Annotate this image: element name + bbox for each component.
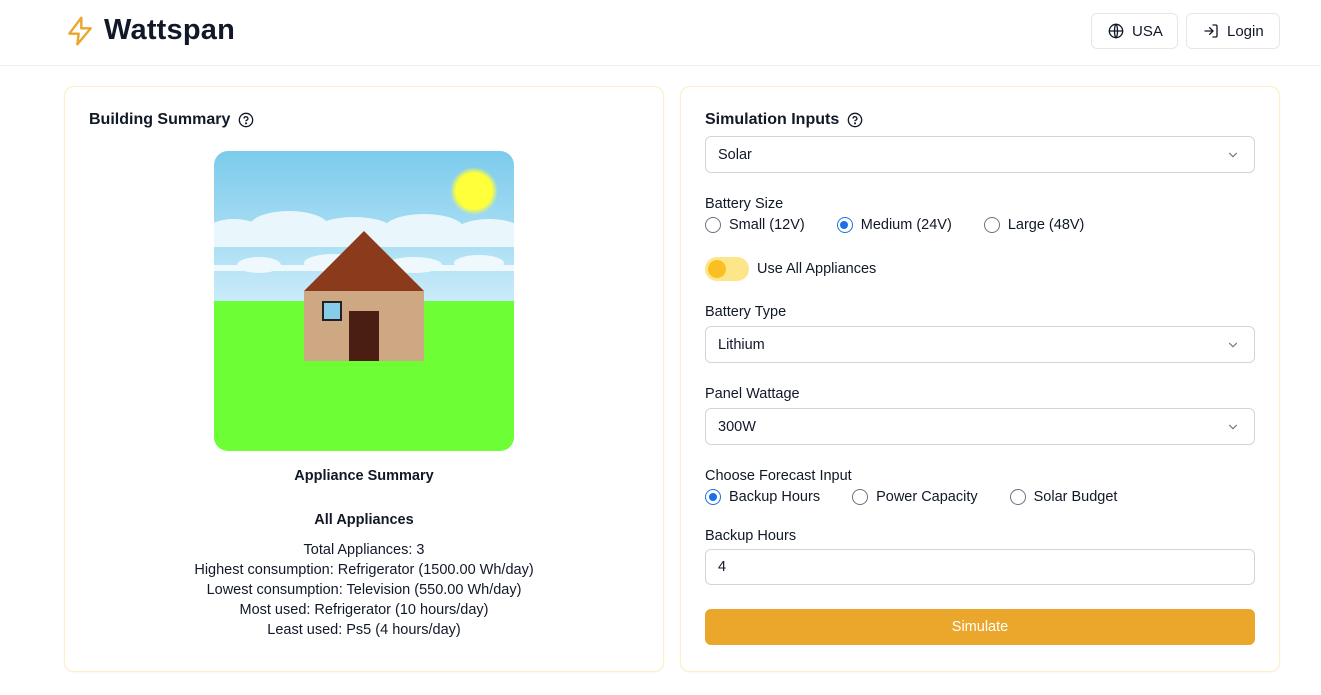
toggle-knob: [708, 260, 726, 278]
log-in-icon: [1204, 24, 1218, 38]
radio-large-label: Large (48V): [1007, 217, 1085, 233]
lowest-consumption: Lowest consumption: Television (550.00 W…: [206, 582, 522, 598]
radio-backup-hours-label: Backup Hours: [729, 489, 821, 505]
backup-hours-label: Backup Hours: [705, 528, 797, 544]
building-summary-title: Building Summary: [89, 111, 231, 128]
battery-size-option-medium[interactable]: Medium (24V): [836, 217, 952, 233]
radio-power-capacity-label: Power Capacity: [876, 489, 978, 505]
highest-consumption: Highest consumption: Refrigerator (1500.…: [194, 562, 534, 578]
radio-backup-hours[interactable]: [705, 489, 721, 505]
forecast-option-power-capacity[interactable]: Power Capacity: [852, 489, 978, 505]
battery-size-radio-group: Small (12V) Medium (24V) Large (48V): [705, 217, 1116, 233]
panel-wattage-value: 300W: [718, 418, 756, 435]
lightning-bolt-icon: [68, 15, 92, 46]
battery-size-option-large[interactable]: Large (48V): [983, 217, 1085, 233]
region-label: USA: [1132, 22, 1163, 40]
brand[interactable]: Wattspan: [64, 14, 235, 47]
radio-power-capacity[interactable]: [852, 489, 869, 505]
battery-size-label: Battery Size: [705, 196, 784, 212]
simulation-inputs-title: Simulation Inputs: [705, 111, 840, 128]
use-all-appliances-label: Use All Appliances: [757, 261, 877, 277]
battery-size-option-small[interactable]: Small (12V): [705, 217, 805, 233]
chevron-down-icon: [1228, 424, 1238, 430]
radio-large[interactable]: [983, 217, 1000, 233]
use-all-appliances-row: Use All Appliances: [705, 257, 876, 281]
forecast-input-radio-group: Backup Hours Power Capacity Solar Budget: [705, 489, 1149, 505]
appliance-summary-subtitle: All Appliances: [314, 512, 414, 528]
forecast-input-label: Choose Forecast Input: [705, 468, 852, 484]
login-button[interactable]: Login: [1186, 13, 1280, 49]
panel-wattage-label: Panel Wattage: [705, 386, 800, 402]
top-header: Wattspan USA Login: [0, 0, 1321, 66]
radio-small[interactable]: [705, 217, 721, 233]
building-summary-card: Building Summary Appliance Summary All A…: [64, 86, 664, 672]
least-used: Least used: Ps5 (4 hours/day): [267, 622, 461, 638]
radio-medium-label: Medium (24V): [860, 217, 952, 233]
radio-solar-budget[interactable]: [1009, 489, 1026, 505]
login-label: Login: [1227, 22, 1264, 40]
energy-source-value: Solar: [718, 146, 752, 163]
total-appliances: Total Appliances: 3: [303, 542, 425, 558]
house-window: [322, 301, 342, 321]
battery-type-value: Lithium: [718, 336, 765, 353]
forecast-option-backup-hours[interactable]: Backup Hours: [705, 489, 820, 505]
sun: [450, 167, 498, 215]
help-circle-icon[interactable]: [238, 112, 254, 128]
globe-icon: [1108, 23, 1124, 39]
simulate-button[interactable]: Simulate: [705, 609, 1255, 645]
simulation-inputs-card: Simulation Inputs Solar Battery Size Sma…: [680, 86, 1280, 672]
house-illustration: [214, 151, 514, 451]
app-name: Wattspan: [104, 14, 236, 46]
radio-medium[interactable]: [836, 217, 853, 233]
chevron-down-icon: [1228, 342, 1238, 348]
help-circle-icon[interactable]: [847, 112, 863, 128]
building-summary-heading: Building Summary: [89, 111, 254, 129]
forecast-option-solar-budget[interactable]: Solar Budget: [1009, 489, 1118, 505]
appliance-summary-title: Appliance Summary: [294, 468, 434, 484]
appliance-summary-lines: Total Appliances: 3 Highest consumption:…: [65, 540, 663, 640]
use-all-appliances-toggle[interactable]: [705, 257, 749, 281]
battery-type-label: Battery Type: [705, 304, 787, 320]
house-scene: [214, 151, 514, 451]
simulation-inputs-heading: Simulation Inputs: [705, 111, 863, 129]
battery-type-select[interactable]: Lithium: [705, 326, 1255, 363]
energy-source-select[interactable]: Solar: [705, 136, 1255, 173]
chevron-down-icon: [1228, 152, 1238, 158]
region-button[interactable]: USA: [1091, 13, 1178, 49]
most-used: Most used: Refrigerator (10 hours/day): [239, 602, 489, 618]
radio-solar-budget-label: Solar Budget: [1033, 489, 1118, 505]
radio-small-label: Small (12V): [729, 217, 805, 233]
panel-wattage-select[interactable]: 300W: [705, 408, 1255, 445]
backup-hours-input[interactable]: [705, 549, 1255, 585]
house-door: [349, 311, 379, 361]
